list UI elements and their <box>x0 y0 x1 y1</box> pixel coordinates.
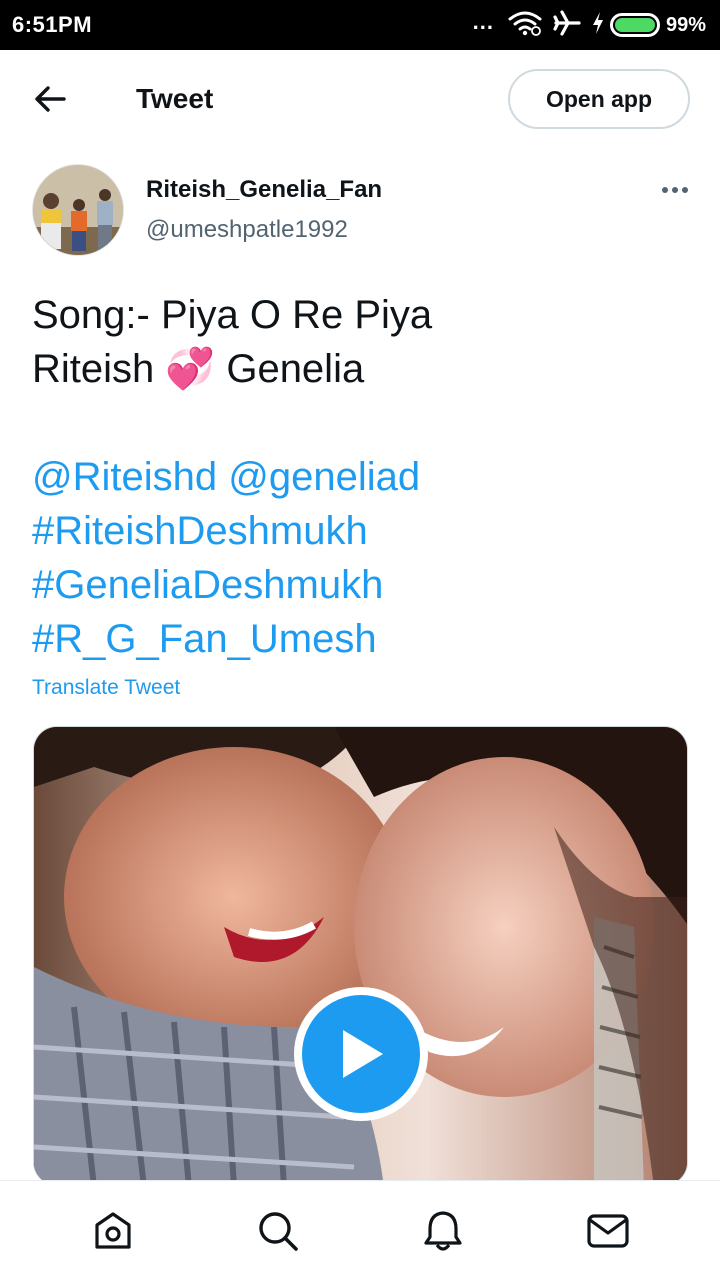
author-names: Riteish_Genelia_Fan @umeshpatle1992 <box>146 164 382 258</box>
open-app-button[interactable]: Open app <box>508 69 690 129</box>
tweet-text: Song:- Piya O Re Piya Riteish 💞 Genelia … <box>32 288 688 666</box>
status-time: 6:51PM <box>12 12 93 37</box>
tweet-line: @Riteishd @geneliad <box>32 450 688 504</box>
charging-icon <box>592 11 604 39</box>
bottom-navigation <box>0 1180 720 1280</box>
tweet-line: #RiteishDeshmukh <box>32 504 688 558</box>
tweet-line: #GeneliaDeshmukh <box>32 558 688 612</box>
battery-status: 99% <box>592 11 706 39</box>
play-button[interactable] <box>294 987 428 1121</box>
mention-link[interactable]: @Riteishd <box>32 455 217 499</box>
tweet-line: #R_G_Fan_Umesh <box>32 612 688 666</box>
author-name[interactable]: Riteish_Genelia_Fan <box>146 176 382 204</box>
arrow-left-icon <box>35 86 66 112</box>
battery-level <box>614 18 655 32</box>
app-header: Tweet Open app <box>0 50 720 148</box>
avatar[interactable] <box>32 164 124 256</box>
more-dot <box>682 187 688 193</box>
translate-tweet-link[interactable]: Translate Tweet <box>32 676 180 700</box>
video-media[interactable] <box>33 726 688 1186</box>
play-icon <box>302 995 420 1113</box>
tweet-word: Riteish <box>32 347 155 391</box>
author-handle[interactable]: @umeshpatle1992 <box>146 216 382 244</box>
more-dot <box>672 187 678 193</box>
battery-percent: 99% <box>665 13 706 36</box>
avatar-photo <box>33 165 123 255</box>
two-hearts-emoji-icon: 💞 <box>165 347 216 391</box>
hashtag-link[interactable]: #RiteishDeshmukh <box>32 509 368 553</box>
home-icon[interactable] <box>83 1201 143 1261</box>
mention-link[interactable]: @geneliad <box>228 455 420 499</box>
status-bar: 6:51PM ... 99% <box>0 0 720 50</box>
wifi-icon <box>508 10 542 41</box>
more-dot <box>662 187 668 193</box>
tweet-line: Riteish 💞 Genelia <box>32 342 688 396</box>
tweet-line: Song:- Piya O Re Piya <box>32 293 433 337</box>
page-title: Tweet <box>136 83 214 114</box>
hashtag-link[interactable]: #GeneliaDeshmukh <box>32 563 383 607</box>
more-options-button[interactable] <box>662 178 688 202</box>
status-icons: ... 99% <box>473 9 706 42</box>
tweet-word: Genelia <box>226 347 365 391</box>
battery-icon <box>609 13 660 37</box>
hashtag-link[interactable]: #R_G_Fan_Umesh <box>32 617 377 661</box>
messages-icon[interactable] <box>578 1201 638 1261</box>
search-icon[interactable] <box>248 1201 308 1261</box>
notifications-icon[interactable] <box>413 1201 473 1261</box>
tweet-author: Riteish_Genelia_Fan @umeshpatle1992 <box>32 164 688 258</box>
more-notifications-indicator: ... <box>472 9 494 34</box>
back-button[interactable] <box>32 81 68 117</box>
airplane-icon <box>552 9 582 42</box>
